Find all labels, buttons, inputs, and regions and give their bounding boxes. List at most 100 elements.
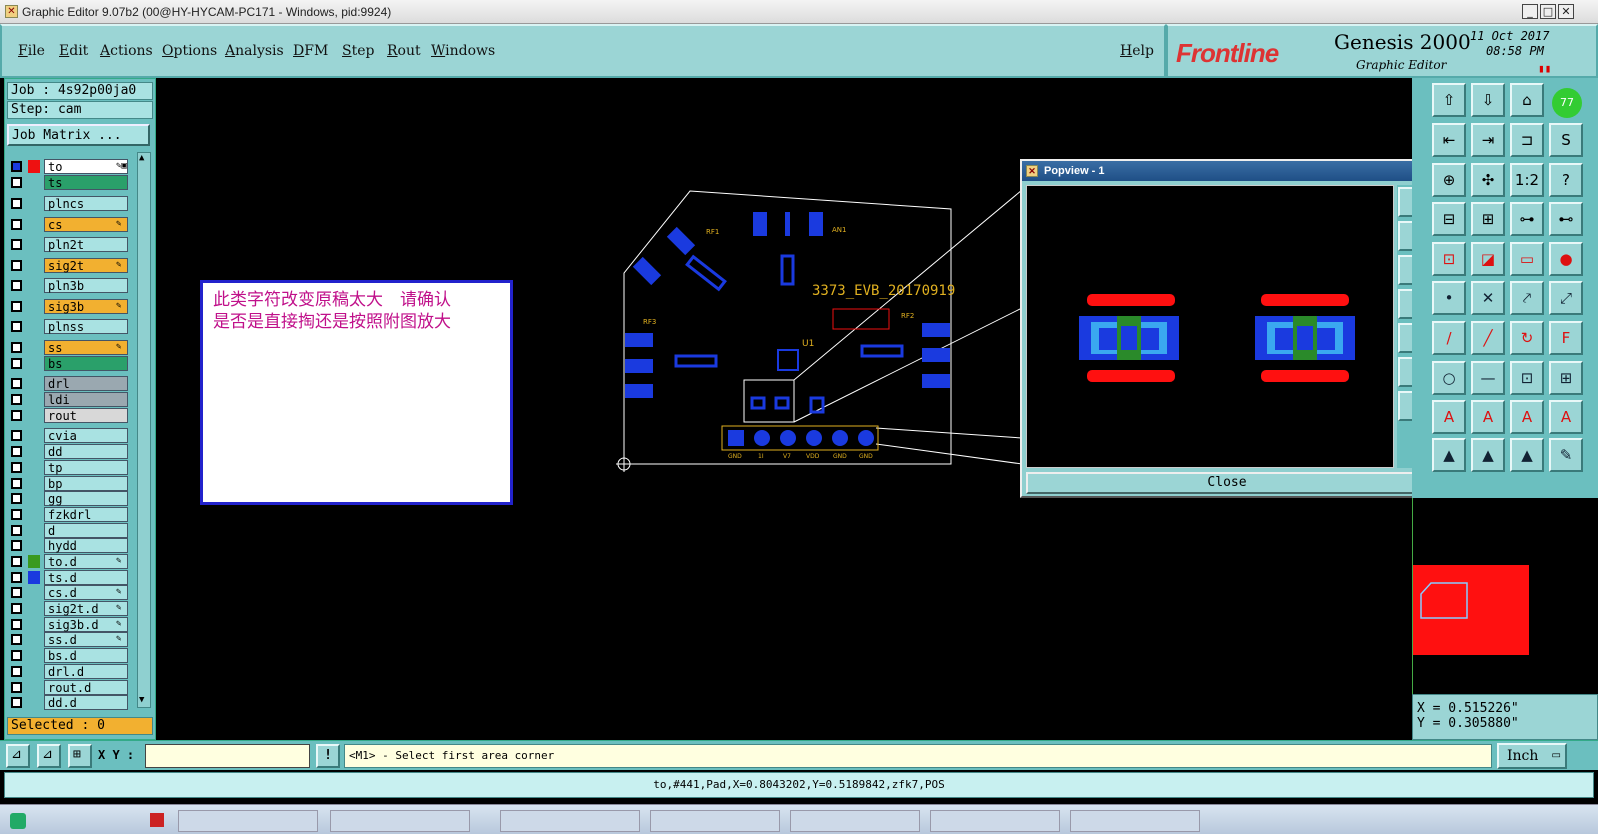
task-button[interactable] (650, 810, 780, 832)
tool-button-2-2-icon[interactable]: 1:2 (1510, 163, 1544, 197)
layer-checkbox[interactable] (11, 478, 22, 489)
layer-row-tp[interactable]: tp (8, 460, 128, 475)
tool-button-0-2-icon[interactable]: ⌂ (1510, 83, 1544, 117)
layer-row-pln3b[interactable]: pln3b (8, 278, 128, 293)
layer-row-sig2t[interactable]: sig2t ✎ (8, 258, 128, 273)
layer-checkbox[interactable] (11, 540, 22, 551)
layer-row-rout-d[interactable]: rout.d (8, 680, 128, 695)
layer-name[interactable]: cvia (44, 428, 128, 443)
tool-button-5-2-icon[interactable]: ⤤ (1510, 281, 1544, 315)
warning-button[interactable]: ! (316, 744, 340, 768)
menu-help[interactable]: Help (1120, 43, 1154, 59)
layer-name[interactable]: d (44, 523, 128, 538)
menu-analysis[interactable]: Analysis (225, 43, 284, 59)
layer-checkbox[interactable] (11, 462, 22, 473)
layer-name[interactable]: tp (44, 460, 128, 475)
tool-button-9-2-icon[interactable]: ▲ (1510, 438, 1544, 472)
layer-row-ss-d[interactable]: ss.d ✎ (8, 632, 128, 647)
tool-button-2-3-icon[interactable]: ? (1549, 163, 1583, 197)
menu-actions[interactable]: Actions (100, 43, 153, 59)
popview-screen[interactable] (1026, 185, 1394, 468)
job-matrix-button[interactable]: Job Matrix ... (7, 124, 150, 146)
tool-button-6-1-icon[interactable]: ╱ (1471, 321, 1505, 355)
overview-panel[interactable] (1412, 498, 1598, 694)
layer-row-sig3b[interactable]: sig3b ✎ (8, 299, 128, 314)
tool-button-5-3-icon[interactable]: ⤢ (1549, 281, 1583, 315)
layer-row-drl-d[interactable]: drl.d (8, 664, 128, 679)
layer-name[interactable]: fzkdrl (44, 507, 128, 522)
layer-name[interactable]: bp (44, 476, 128, 491)
layer-row-fzkdrl[interactable]: fzkdrl (8, 507, 128, 522)
layer-row-to-d[interactable]: to.d ✎ (8, 554, 128, 569)
layer-name[interactable]: ts.d (44, 570, 128, 585)
tool-button-0-0-icon[interactable]: ⇧ (1432, 83, 1466, 117)
tool-button-9-3-icon[interactable]: ✎ (1549, 438, 1583, 472)
layer-row-bp[interactable]: bp (8, 476, 128, 491)
layer-checkbox[interactable] (11, 650, 22, 661)
grid-tool-button[interactable]: ⊞ (68, 744, 92, 768)
layer-name[interactable]: dd (44, 444, 128, 459)
layer-name[interactable]: pln3b (44, 278, 128, 293)
tool-button-1-1-icon[interactable]: ⇥ (1471, 123, 1505, 157)
menu-rout[interactable]: Rout (387, 43, 421, 59)
layer-row-sig3b-d[interactable]: sig3b.d ✎ (8, 617, 128, 632)
layer-checkbox[interactable] (11, 321, 22, 332)
layer-row-d[interactable]: d (8, 523, 128, 538)
layer-checkbox[interactable] (11, 619, 22, 630)
tool-button-2-1-icon[interactable]: ✣ (1471, 163, 1505, 197)
layer-row-dd-d[interactable]: dd.d (8, 695, 128, 710)
layer-row-cs-d[interactable]: cs.d ✎ (8, 585, 128, 600)
tool-button-7-3-icon[interactable]: ⊞ (1549, 361, 1583, 395)
tool-button-4-1-icon[interactable]: ◪ (1471, 242, 1505, 276)
task-icon[interactable] (150, 813, 164, 827)
layer-name[interactable]: ldi (44, 392, 128, 407)
tool-button-3-1-icon[interactable]: ⊞ (1471, 202, 1505, 236)
layer-checkbox[interactable] (11, 525, 22, 536)
layer-checkbox[interactable] (11, 430, 22, 441)
layer-checkbox[interactable] (11, 198, 22, 209)
tool-button-3-0-icon[interactable]: ⊟ (1432, 202, 1466, 236)
tool-button-1-0-icon[interactable]: ⇤ (1432, 123, 1466, 157)
layer-checkbox[interactable] (11, 682, 22, 693)
tool-button-8-2-icon[interactable]: A (1510, 400, 1544, 434)
tool-button-9-1-icon[interactable]: ▲ (1471, 438, 1505, 472)
menu-step[interactable]: Step (342, 43, 374, 59)
tool-button-1-3-icon[interactable]: S (1549, 123, 1583, 157)
layer-row-plnss[interactable]: plnss (8, 319, 128, 334)
layer-row-dd[interactable]: dd (8, 444, 128, 459)
layer-name[interactable]: pln2t (44, 237, 128, 252)
layer-checkbox[interactable] (11, 587, 22, 598)
layer-checkbox[interactable] (11, 394, 22, 405)
tool-button-2-0-icon[interactable]: ⊕ (1432, 163, 1466, 197)
layer-checkbox[interactable] (11, 634, 22, 645)
tool-button-7-2-icon[interactable]: ⊡ (1510, 361, 1544, 395)
tool-button-3-3-icon[interactable]: ⊷ (1549, 202, 1583, 236)
layer-checkbox[interactable] (11, 666, 22, 677)
layer-checkbox[interactable] (11, 572, 22, 583)
tool-button-1-2-icon[interactable]: ⊐ (1510, 123, 1544, 157)
layer-name[interactable]: rout.d (44, 680, 128, 695)
notification-badge[interactable]: 77 (1552, 88, 1582, 118)
layer-checkbox[interactable] (11, 603, 22, 614)
task-button[interactable] (500, 810, 640, 832)
popview-titlebar[interactable]: ✕ Popview - 1 ✕ (1022, 161, 1432, 181)
layer-row-pln2t[interactable]: pln2t (8, 237, 128, 252)
menu-dfm[interactable]: DFM (293, 43, 328, 59)
layer-scrollbar[interactable]: ▲ ▼ (137, 152, 151, 708)
task-button[interactable] (1070, 810, 1200, 832)
minimize-button[interactable]: _ (1522, 4, 1538, 19)
layer-checkbox[interactable] (11, 219, 22, 230)
popview-close-button[interactable]: Close (1026, 472, 1428, 494)
tool-button-6-3-icon[interactable]: F (1549, 321, 1583, 355)
layer-checkbox[interactable] (11, 410, 22, 421)
tool-button-9-0-icon[interactable]: ▲ (1432, 438, 1466, 472)
layer-name[interactable]: drl.d (44, 664, 128, 679)
layer-row-bs-d[interactable]: bs.d (8, 648, 128, 663)
tool-button-4-0-icon[interactable]: ⊡ (1432, 242, 1466, 276)
layer-row-hydd[interactable]: hydd (8, 538, 128, 553)
layer-row-ts[interactable]: ts (8, 175, 128, 190)
layer-checkbox[interactable] (11, 177, 22, 188)
tool-button-6-2-icon[interactable]: ↻ (1510, 321, 1544, 355)
layer-row-drl[interactable]: drl (8, 376, 128, 391)
layer-row-ss[interactable]: ss ✎ (8, 340, 128, 355)
